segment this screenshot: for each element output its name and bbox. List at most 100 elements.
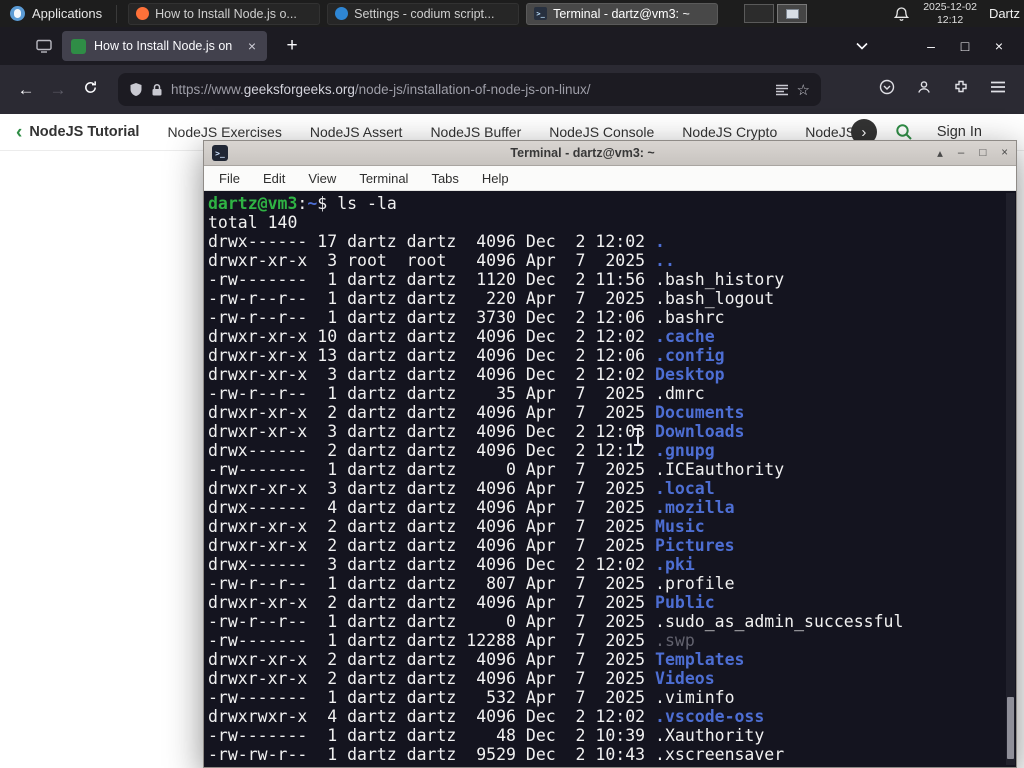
panel-separator [116, 4, 118, 23]
extensions-button[interactable] [953, 79, 969, 100]
listing-directory-name: .pki [655, 555, 695, 574]
bookmark-star-button[interactable]: ☆ [797, 81, 810, 99]
taskbar-item-browser[interactable]: How to Install Node.js o... [128, 2, 321, 25]
terminal-output-line: drwx------ 2 dartz dartz 4096 Dec 2 12:1… [208, 441, 715, 460]
taskbar-item-settings[interactable]: Settings - codium script... [327, 2, 520, 25]
listing-directory-name: Downloads [655, 422, 745, 441]
listing-file-name: .xscreensaver [655, 745, 785, 764]
terminal-close-button[interactable]: × [1001, 147, 1008, 159]
terminal-output-line: drwxr-xr-x 10 dartz dartz 4096 Dec 2 12:… [208, 327, 715, 346]
nav-item-nodejs-exercises[interactable]: NodeJS Exercises [167, 124, 281, 140]
reader-view-icon[interactable] [775, 84, 789, 96]
site-favicon [71, 38, 86, 54]
listing-file-name: .bash_history [655, 270, 785, 289]
panel-clock[interactable]: 2025-12-02 12:12 [923, 1, 977, 26]
nav-item-nodejs-console[interactable]: NodeJS Console [549, 124, 654, 140]
desktop: Applications How to Install Node.js o...… [0, 0, 1024, 768]
site-search-button[interactable] [895, 123, 913, 141]
shield-icon[interactable] [129, 82, 143, 97]
terminal-output-line: -rw-rw-r-- 1 dartz dartz 9529 Dec 2 10:4… [208, 745, 785, 764]
bell-icon [894, 6, 910, 21]
terminal-output-line: -rw-r--r-- 1 dartz dartz 220 Apr 7 2025 … [208, 289, 775, 308]
browser-minimize-button[interactable]: – [914, 38, 948, 54]
applications-menu-button[interactable]: Applications [0, 0, 112, 27]
new-tab-button[interactable]: + [279, 35, 305, 57]
notifications-button[interactable] [894, 6, 910, 22]
terminal-menu-terminal[interactable]: Terminal [359, 171, 408, 186]
menu-button[interactable] [990, 80, 1006, 99]
workspace-2[interactable] [777, 4, 808, 23]
terminal-window: >_ Terminal - dartz@vm3: ~ ▴ – □ × File … [203, 140, 1017, 768]
site-nav-links: NodeJS Exercises NodeJS Assert NodeJS Bu… [167, 124, 866, 140]
terminal-output-line: drwxr-xr-x 3 dartz dartz 4096 Dec 2 12:0… [208, 422, 745, 441]
terminal-output-line: -rw-r--r-- 1 dartz dartz 35 Apr 7 2025 .… [208, 384, 705, 403]
terminal-output-line: -rw------- 1 dartz dartz 12288 Apr 7 202… [208, 631, 695, 650]
reload-button[interactable] [74, 80, 106, 100]
terminal-menu-tabs[interactable]: Tabs [431, 171, 458, 186]
workspace-1[interactable] [744, 4, 775, 23]
prompt-symbol: $ [317, 194, 328, 213]
nav-item-nodejs-assert[interactable]: NodeJS Assert [310, 124, 403, 140]
workspace-switcher [744, 4, 808, 23]
account-button[interactable] [916, 79, 932, 100]
terminal-output-line: drwxr-xr-x 3 dartz dartz 4096 Apr 7 2025… [208, 479, 715, 498]
terminal-listing: drwx------ 17 dartz dartz 4096 Dec 2 12:… [208, 232, 1000, 764]
terminal-maximize-button[interactable]: □ [979, 147, 986, 159]
browser-maximize-button[interactable]: □ [948, 38, 982, 54]
listing-directory-name: . [655, 232, 665, 251]
panel-user-label[interactable]: Dartz [989, 6, 1020, 21]
terminal-minimize-button[interactable]: – [958, 147, 964, 159]
nav-item-nodejs-buffer[interactable]: NodeJS Buffer [430, 124, 521, 140]
terminal-title-bar[interactable]: >_ Terminal - dartz@vm3: ~ ▴ – □ × [204, 141, 1016, 166]
listing-directory-name: Music [655, 517, 705, 536]
listing-directory-name: Pictures [655, 536, 735, 555]
terminal-output-line: -rw-r--r-- 1 dartz dartz 0 Apr 7 2025 .s… [208, 612, 904, 631]
terminal-menu-bar: File Edit View Terminal Tabs Help [204, 166, 1016, 191]
firefox-icon [136, 7, 150, 20]
listing-file-name: .sudo_as_admin_successful [655, 612, 904, 631]
applications-menu-label: Applications [32, 6, 103, 21]
terminal-output-area[interactable]: dartz@vm3:~$ ls -la total 140 drwx------ … [204, 191, 1016, 767]
clock-date: 2025-12-02 [923, 0, 977, 13]
terminal-output-line: -rw-r--r-- 1 dartz dartz 807 Apr 7 2025 … [208, 574, 735, 593]
workspace-window-thumb [786, 9, 800, 19]
nav-item-nodejs-crypto[interactable]: NodeJS Crypto [682, 124, 777, 140]
applications-menu-icon [10, 6, 25, 21]
url-bar[interactable]: https://www.geeksforgeeks.org/node-js/in… [118, 73, 821, 106]
terminal-output-line: drwxr-xr-x 3 dartz dartz 4096 Dec 2 12:0… [208, 365, 725, 384]
prompt-user-host: dartz@vm3 [208, 194, 298, 213]
nav-item-nodejs-tutorial[interactable]: ‹ NodeJS Tutorial [16, 123, 139, 142]
prompt-separator: : [297, 194, 308, 213]
terminal-window-controls: ▴ – □ × [937, 146, 1008, 160]
back-button[interactable]: ← [10, 80, 42, 100]
list-all-tabs-button[interactable] [856, 42, 868, 50]
terminal-output-line: -rw------- 1 dartz dartz 48 Dec 2 10:39 … [208, 726, 765, 745]
terminal-menu-file[interactable]: File [219, 171, 240, 186]
sign-in-button[interactable]: Sign In [937, 124, 982, 140]
terminal-output-line: -rw------- 1 dartz dartz 1120 Dec 2 11:5… [208, 270, 785, 289]
tab-title: How to Install Node.js on [94, 39, 233, 53]
prompt-path: ~ [307, 194, 318, 213]
terminal-menu-view[interactable]: View [308, 171, 336, 186]
firefox-view-button[interactable] [36, 39, 52, 53]
listing-directory-name: .local [655, 479, 715, 498]
terminal-output-line: drwxr-xr-x 2 dartz dartz 4096 Apr 7 2025… [208, 403, 745, 422]
terminal-menu-help[interactable]: Help [482, 171, 509, 186]
listing-file-name: .Xauthority [655, 726, 765, 745]
tab-close-button[interactable]: × [246, 38, 258, 54]
terminal-scrollbar-thumb[interactable] [1007, 697, 1014, 759]
clock-time: 12:12 [936, 13, 964, 26]
lock-icon[interactable] [151, 83, 163, 97]
typed-command: ls -la [337, 194, 397, 213]
terminal-scrollbar[interactable] [1006, 193, 1015, 765]
pocket-button[interactable] [879, 79, 895, 100]
terminal-output-line: drwx------ 17 dartz dartz 4096 Dec 2 12:… [208, 232, 665, 251]
listing-directory-name: Desktop [655, 365, 725, 384]
browser-close-button[interactable]: × [982, 38, 1016, 54]
taskbar-item-terminal[interactable]: >_ Terminal - dartz@vm3: ~ [526, 2, 719, 25]
terminal-shade-button[interactable]: ▴ [937, 146, 943, 160]
browser-tab[interactable]: How to Install Node.js on × [62, 31, 267, 61]
terminal-menu-edit[interactable]: Edit [263, 171, 285, 186]
forward-button[interactable]: → [42, 80, 74, 100]
listing-file-name: .dmrc [655, 384, 705, 403]
